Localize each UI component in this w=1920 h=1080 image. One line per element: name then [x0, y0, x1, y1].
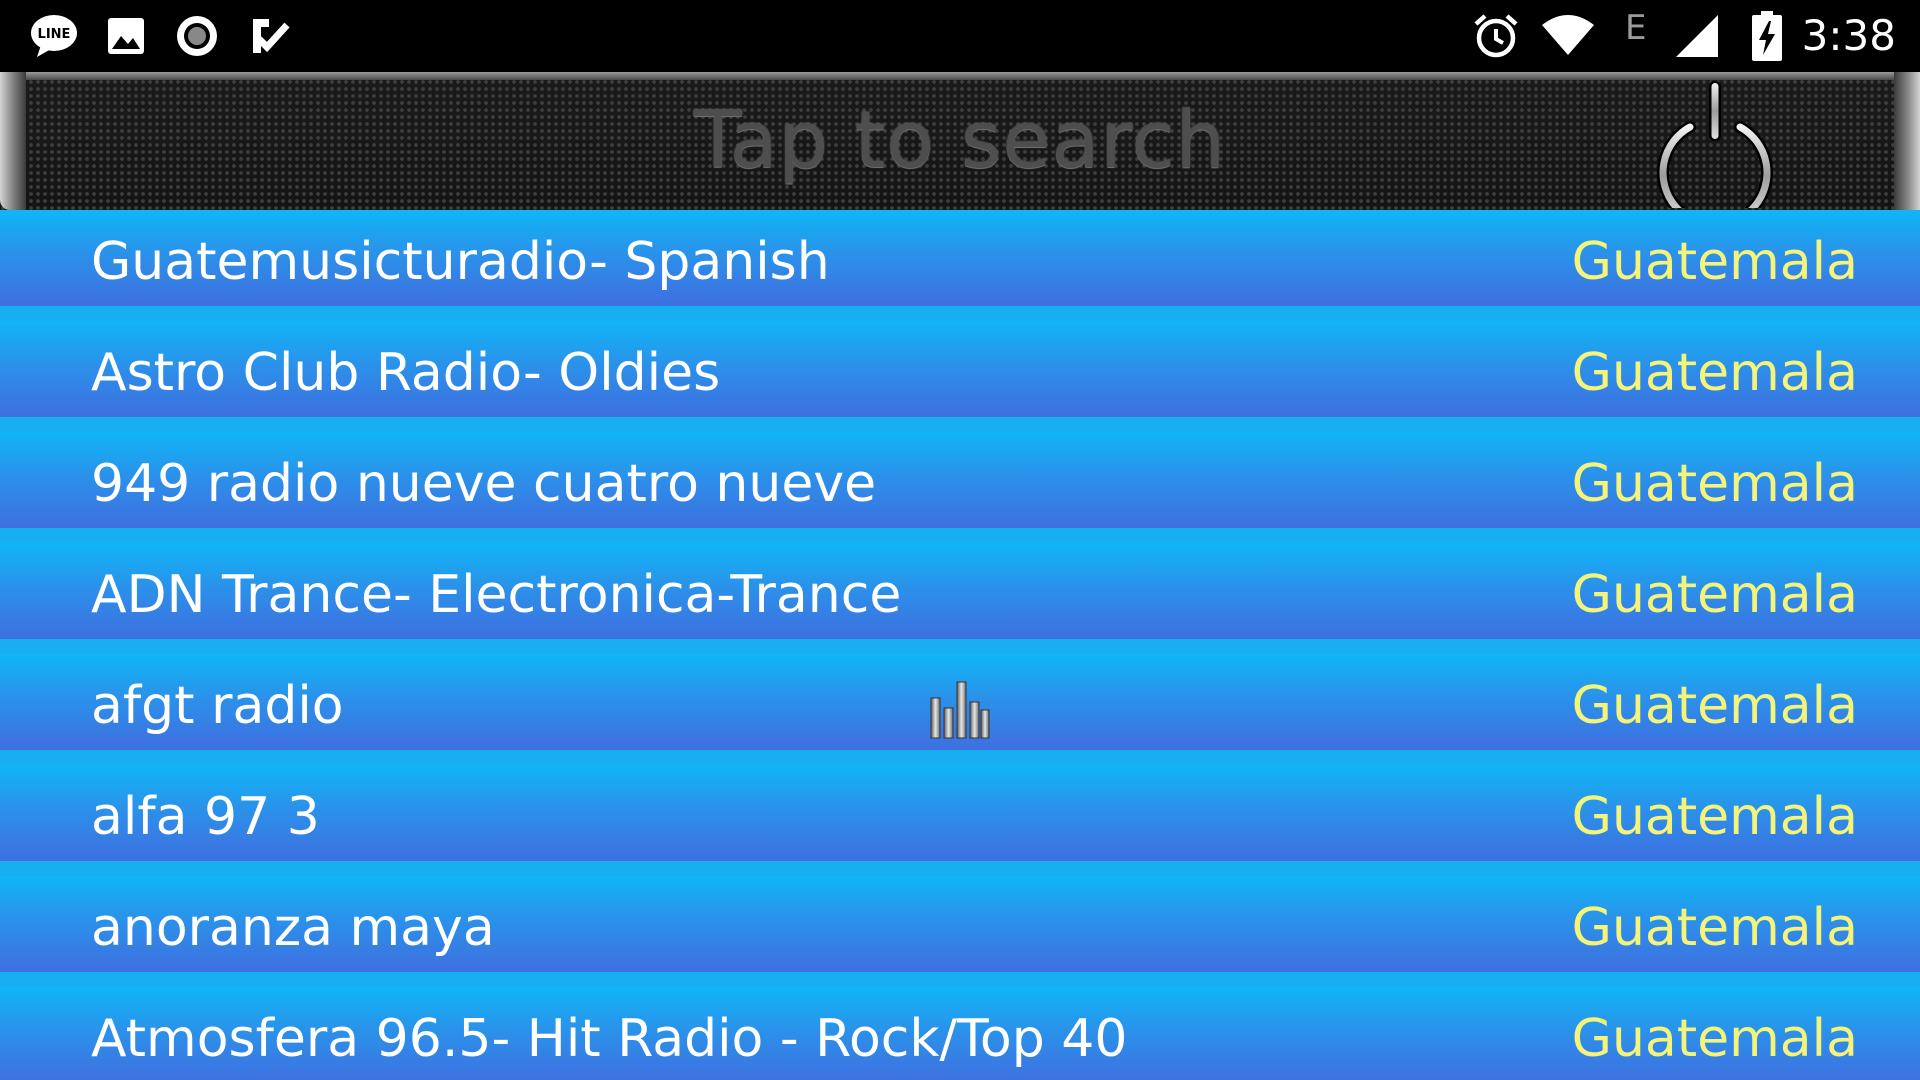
station-row-playing[interactable]: afgt radio Guatemala — [0, 654, 1920, 765]
station-name: Guatemusicturadio- Spanish — [91, 232, 830, 292]
station-list: Guatemusicturadio- Spanish Guatemala Ast… — [0, 210, 1920, 1080]
svg-text:LINE: LINE — [38, 27, 71, 42]
station-country: Guatemala — [1571, 232, 1858, 292]
station-country: Guatemala — [1571, 565, 1858, 625]
station-country: Guatemala — [1571, 1009, 1858, 1069]
network-type-label: E — [1625, 8, 1647, 48]
station-name: alfa 97 3 — [91, 787, 320, 847]
station-name: 949 radio nueve cuatro nueve — [91, 454, 877, 514]
station-country: Guatemala — [1571, 787, 1858, 847]
now-playing-equalizer-icon — [929, 678, 991, 740]
station-name: afgt radio — [91, 676, 344, 736]
battery-charging-icon — [1750, 0, 1784, 72]
station-name: Astro Club Radio- Oldies — [91, 343, 721, 403]
station-row[interactable]: alfa 97 3 Guatemala — [0, 765, 1920, 876]
radio-app-screen: LINE E 3:38 Tap to search Guatemusictura… — [0, 0, 1920, 1080]
status-clock: 3:38 — [1801, 11, 1896, 60]
station-country: Guatemala — [1571, 343, 1858, 403]
line-app-icon: LINE — [28, 0, 80, 72]
station-country: Guatemala — [1571, 454, 1858, 514]
station-row[interactable]: Guatemusicturadio- Spanish Guatemala — [0, 210, 1920, 321]
station-country: Guatemala — [1571, 898, 1858, 958]
station-country: Guatemala — [1571, 676, 1858, 736]
cell-signal-icon — [1672, 0, 1722, 72]
search-bar[interactable]: Tap to search — [0, 72, 1920, 231]
status-bar: LINE E 3:38 — [0, 0, 1920, 72]
station-name: anoranza maya — [91, 898, 495, 958]
station-row[interactable]: Atmosfera 96.5- Hit Radio - Rock/Top 40 … — [0, 987, 1920, 1080]
station-name: Atmosfera 96.5- Hit Radio - Rock/Top 40 — [91, 1009, 1128, 1069]
station-row[interactable]: ADN Trance- Electronica-Trance Guatemala — [0, 543, 1920, 654]
gallery-icon — [104, 0, 148, 72]
power-icon — [1657, 81, 1773, 231]
record-icon — [174, 0, 220, 72]
wifi-icon — [1540, 0, 1596, 72]
station-name: ADN Trance- Electronica-Trance — [91, 565, 902, 625]
power-button[interactable] — [1652, 78, 1778, 231]
station-row[interactable]: anoranza maya Guatemala — [0, 876, 1920, 987]
search-placeholder[interactable]: Tap to search — [0, 72, 1920, 210]
station-row[interactable]: Astro Club Radio- Oldies Guatemala — [0, 321, 1920, 432]
task-check-icon — [248, 0, 292, 72]
alarm-icon — [1472, 0, 1520, 72]
station-row[interactable]: 949 radio nueve cuatro nueve Guatemala — [0, 432, 1920, 543]
